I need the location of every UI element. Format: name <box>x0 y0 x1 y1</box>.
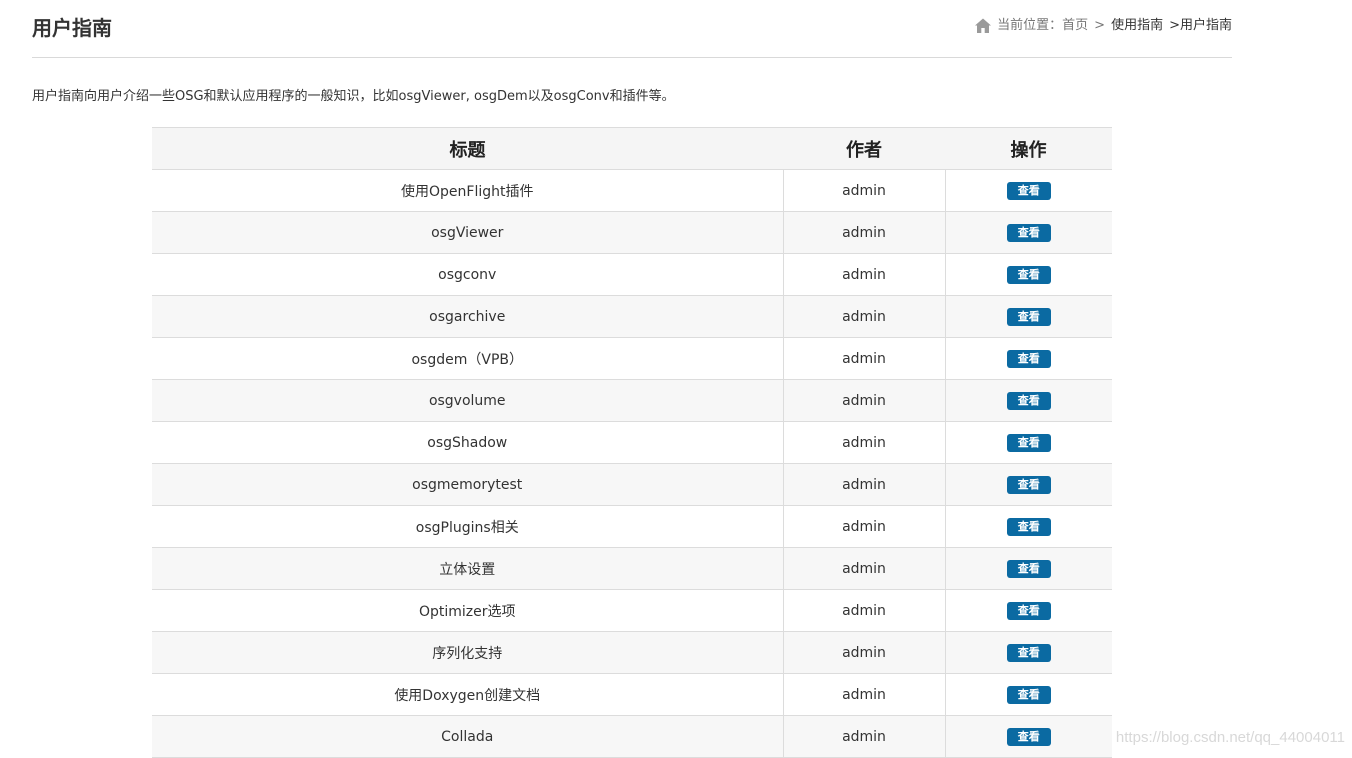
row-title[interactable]: Optimizer选项 <box>152 589 783 632</box>
breadcrumb-separator: > <box>1169 18 1180 33</box>
row-author: admin <box>782 169 946 212</box>
column-header-author: 作者 <box>783 127 945 170</box>
row-action-cell: 查看 <box>945 463 1112 506</box>
row-title[interactable]: osgViewer <box>152 211 783 254</box>
breadcrumb-prefix: 当前位置： <box>997 18 1063 33</box>
view-button[interactable]: 查看 <box>1006 643 1051 662</box>
view-button[interactable]: 查看 <box>1006 517 1051 536</box>
breadcrumb-home-link[interactable]: 首页 <box>1062 16 1088 36</box>
row-title[interactable]: osgPlugins相关 <box>152 505 783 548</box>
row-action-cell: 查看 <box>945 715 1112 758</box>
table-row: Collada admin 查看 <box>152 715 1112 758</box>
view-button[interactable]: 查看 <box>1006 559 1051 578</box>
row-title[interactable]: 使用Doxygen创建文档 <box>152 673 783 716</box>
row-title[interactable]: osgdem（VPB） <box>152 337 783 380</box>
row-author: admin <box>782 379 946 422</box>
row-author: admin <box>782 673 946 716</box>
view-button[interactable]: 查看 <box>1006 265 1051 284</box>
row-author: admin <box>782 211 946 254</box>
row-action-cell: 查看 <box>945 169 1112 212</box>
page-header: 用户指南 当前位置： 首页 > 使用指南 > 用户指南 <box>32 0 1232 58</box>
view-button[interactable]: 查看 <box>1006 727 1051 746</box>
view-button[interactable]: 查看 <box>1006 433 1051 452</box>
table-row: osgdem（VPB） admin 查看 <box>152 337 1112 380</box>
column-header-title: 标题 <box>152 127 783 170</box>
row-author: admin <box>782 715 946 758</box>
view-button[interactable]: 查看 <box>1006 475 1051 494</box>
row-title[interactable]: osgmemorytest <box>152 463 783 506</box>
row-action-cell: 查看 <box>945 211 1112 254</box>
row-author: admin <box>782 547 946 590</box>
intro-text: 用户指南向用户介绍一些OSG和默认应用程序的一般知识，比如osgViewer, … <box>32 89 675 104</box>
page: 用户指南 当前位置： 首页 > 使用指南 > 用户指南 用户指南向用户介绍一些O… <box>0 0 1352 758</box>
table-header-row: 标题 作者 操作 <box>152 127 1112 170</box>
table-row: osgarchive admin 查看 <box>152 295 1112 338</box>
row-author: admin <box>782 463 946 506</box>
row-author: admin <box>782 337 946 380</box>
view-button[interactable]: 查看 <box>1006 307 1051 326</box>
table-row: osgViewer admin 查看 <box>152 211 1112 254</box>
row-author: admin <box>782 631 946 674</box>
table-row: Optimizer选项 admin 查看 <box>152 589 1112 632</box>
row-action-cell: 查看 <box>945 673 1112 716</box>
table-row: 立体设置 admin 查看 <box>152 547 1112 590</box>
view-button[interactable]: 查看 <box>1006 349 1051 368</box>
guide-table: 标题 作者 操作 使用OpenFlight插件 admin 查看 osgViewer a… <box>152 127 1112 758</box>
table-row: osgShadow admin 查看 <box>152 421 1112 464</box>
row-action-cell: 查看 <box>945 337 1112 380</box>
row-title[interactable]: 立体设置 <box>152 547 783 590</box>
breadcrumb-separator: > <box>1094 18 1106 33</box>
row-title[interactable]: 序列化支持 <box>152 631 783 674</box>
breadcrumb-parent-link[interactable]: 使用指南 <box>1111 16 1163 36</box>
row-author: admin <box>782 295 946 338</box>
table-row: 使用Doxygen创建文档 admin 查看 <box>152 673 1112 716</box>
watermark: https://blog.csdn.net/qq_44004011 <box>1115 729 1345 746</box>
column-header-action: 操作 <box>945 127 1112 170</box>
table-row: 序列化支持 admin 查看 <box>152 631 1112 674</box>
row-action-cell: 查看 <box>945 379 1112 422</box>
row-author: admin <box>782 421 946 464</box>
row-title[interactable]: 使用OpenFlight插件 <box>152 169 783 212</box>
row-action-cell: 查看 <box>945 253 1112 296</box>
view-button[interactable]: 查看 <box>1006 601 1051 620</box>
view-button[interactable]: 查看 <box>1006 685 1051 704</box>
table-row: osgPlugins相关 admin 查看 <box>152 505 1112 548</box>
home-icon <box>974 17 992 35</box>
row-action-cell: 查看 <box>945 295 1112 338</box>
row-title[interactable]: osgvolume <box>152 379 783 422</box>
table-row: osgmemorytest admin 查看 <box>152 463 1112 506</box>
breadcrumb: 当前位置： 首页 > 使用指南 > 用户指南 <box>974 16 1232 36</box>
row-title[interactable]: Collada <box>152 715 783 758</box>
view-button[interactable]: 查看 <box>1006 391 1051 410</box>
row-author: admin <box>782 505 946 548</box>
row-action-cell: 查看 <box>945 421 1112 464</box>
row-action-cell: 查看 <box>945 631 1112 674</box>
view-button[interactable]: 查看 <box>1006 181 1051 200</box>
row-action-cell: 查看 <box>945 589 1112 632</box>
table-row: osgvolume admin 查看 <box>152 379 1112 422</box>
table-row: 使用OpenFlight插件 admin 查看 <box>152 169 1112 212</box>
row-title[interactable]: osgShadow <box>152 421 783 464</box>
row-action-cell: 查看 <box>945 547 1112 590</box>
row-author: admin <box>782 589 946 632</box>
row-author: admin <box>782 253 946 296</box>
breadcrumb-current: 用户指南 <box>1179 18 1232 33</box>
view-button[interactable]: 查看 <box>1006 223 1051 242</box>
row-title[interactable]: osgconv <box>152 253 783 296</box>
table-row: osgconv admin 查看 <box>152 253 1112 296</box>
page-title: 用户指南 <box>32 16 112 40</box>
row-action-cell: 查看 <box>945 505 1112 548</box>
row-title[interactable]: osgarchive <box>152 295 783 338</box>
